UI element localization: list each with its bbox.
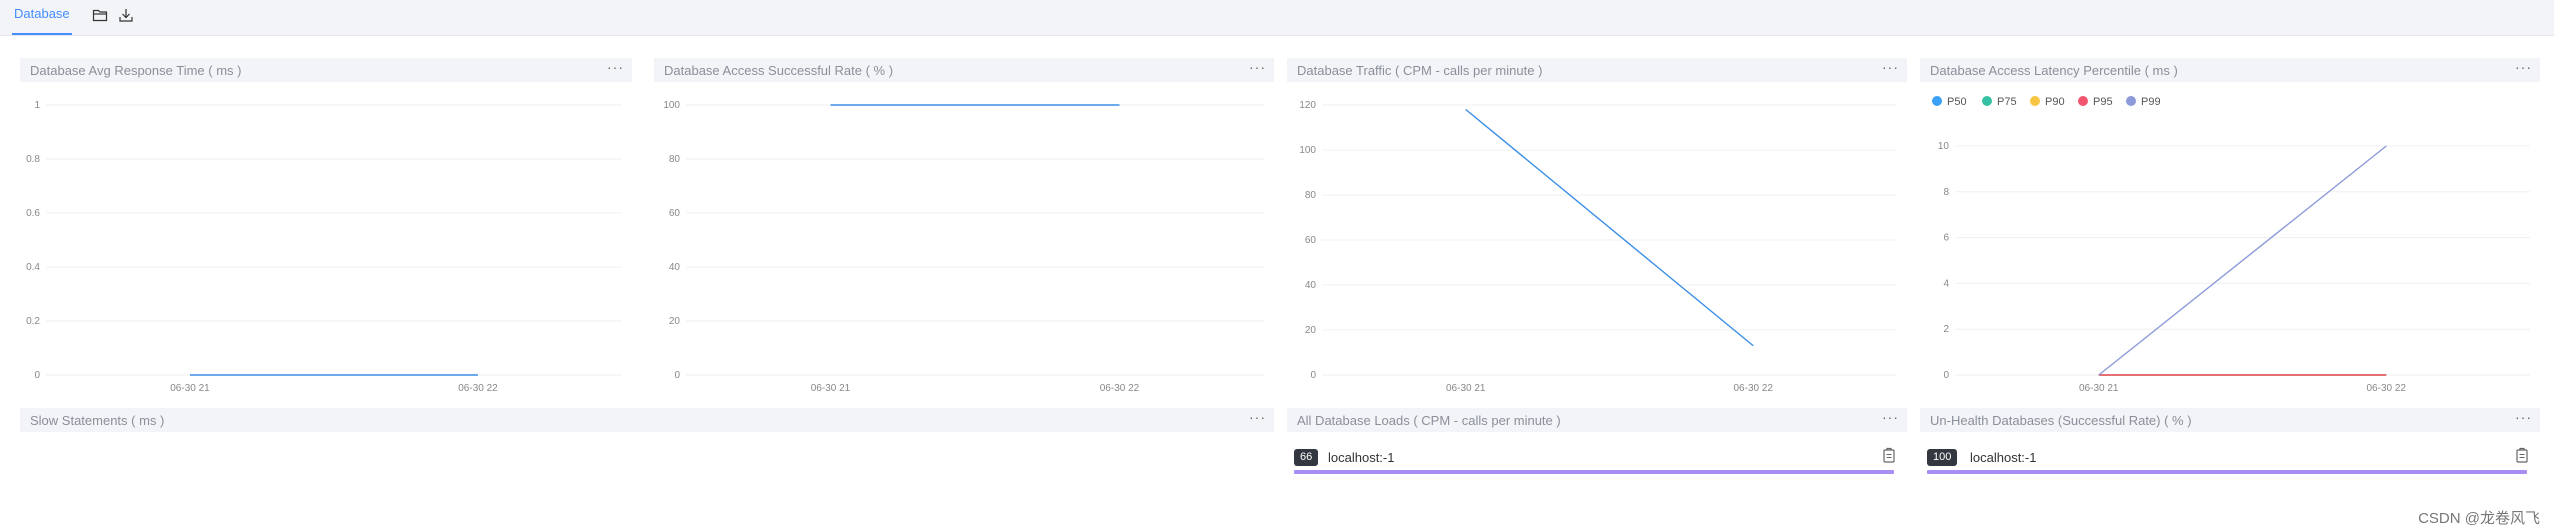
- panel-slow-statements: Slow Statements ( ms ) ···: [20, 408, 1274, 518]
- x-tick-label: 06-30 21: [2079, 383, 2119, 394]
- successful-rate-chart: 0 20 40 60 80 100 06-30 21 06-30 22: [663, 100, 1264, 394]
- y-tick-label: 100: [1299, 145, 1316, 156]
- y-tick-label: 80: [669, 154, 681, 165]
- panel-header: Un-Health Databases (Successful Rate) ( …: [1920, 408, 2540, 432]
- y-tick-label: 60: [669, 208, 681, 219]
- unhealth-bar: [1927, 470, 2527, 474]
- tab-database[interactable]: Database: [14, 6, 70, 21]
- x-tick-label: 06-30 21: [811, 383, 851, 394]
- y-tick-label: 6: [1943, 233, 1949, 244]
- y-tick-label: 10: [1938, 141, 1950, 152]
- y-tick-label: 60: [1305, 235, 1317, 246]
- list-item: 100 localhost:-1: [1927, 447, 2529, 475]
- panel-title: All Database Loads ( CPM - calls per min…: [1297, 413, 1561, 428]
- watermark: CSDN @龙卷风飞: [2418, 510, 2540, 527]
- y-tick-label: 4: [1943, 278, 1949, 289]
- y-tick-label: 0.8: [26, 154, 40, 165]
- y-tick-label: 40: [669, 262, 681, 273]
- download-icon[interactable]: [118, 7, 134, 23]
- panel-latency-percentile: Database Access Latency Percentile ( ms …: [1920, 58, 2540, 398]
- value-badge: 66: [1294, 449, 1319, 466]
- more-options-button[interactable]: ···: [1882, 409, 1899, 425]
- y-tick-label: 20: [669, 316, 681, 327]
- y-tick-label: 120: [1299, 100, 1316, 111]
- y-tick-label: 0.2: [26, 316, 40, 327]
- panel-header: Slow Statements ( ms ) ···: [20, 408, 1274, 432]
- y-tick-label: 2: [1943, 324, 1949, 335]
- y-tick-label: 0.4: [26, 262, 40, 273]
- x-tick-label: 06-30 22: [2367, 383, 2407, 394]
- x-tick-label: 06-30 22: [1734, 383, 1774, 394]
- load-bar: [1294, 470, 1894, 474]
- x-tick-label: 06-30 21: [170, 383, 210, 394]
- series-line-p99: [2098, 145, 2387, 376]
- panel-unhealth-databases: Un-Health Databases (Successful Rate) ( …: [1920, 408, 2540, 518]
- list-item: 66 localhost:-1: [1294, 447, 1896, 475]
- database-name: localhost:-1: [1970, 450, 2037, 465]
- y-tick-label: 8: [1943, 187, 1949, 198]
- y-tick-label: 0.6: [26, 208, 40, 219]
- traffic-chart: 0 20 40 60 80 100 120 06-30 21 06-30 22: [1299, 100, 1897, 394]
- x-tick-label: 06-30 21: [1446, 383, 1486, 394]
- y-tick-label: 0: [1943, 370, 1949, 381]
- x-tick-label: 06-30 22: [458, 383, 498, 394]
- panel-all-database-loads: All Database Loads ( CPM - calls per min…: [1287, 408, 1907, 518]
- copy-icon[interactable]: [1882, 447, 1896, 463]
- active-tab-indicator: [12, 33, 72, 35]
- more-options-button[interactable]: ···: [2515, 409, 2532, 425]
- dashboard-tab-bar: Database: [0, 0, 2554, 36]
- latency-percentile-chart: 0 2 4 6 8 10 06-30 21 06-30 22: [1938, 141, 2530, 394]
- folder-open-icon[interactable]: [92, 7, 108, 23]
- panel-access-successful-rate: Database Access Successful Rate ( % ) ··…: [654, 58, 1274, 398]
- y-tick-label: 40: [1305, 280, 1317, 291]
- y-tick-label: 1: [34, 100, 40, 111]
- value-badge: 100: [1927, 449, 1958, 466]
- y-tick-label: 100: [663, 100, 680, 111]
- y-tick-label: 20: [1305, 325, 1317, 336]
- panel-title: Un-Health Databases (Successful Rate) ( …: [1930, 413, 2192, 428]
- y-tick-label: 0: [34, 370, 40, 381]
- panel-database-traffic: Database Traffic ( CPM - calls per minut…: [1287, 58, 1907, 398]
- panel-header: All Database Loads ( CPM - calls per min…: [1287, 408, 1907, 432]
- series-line: [1465, 108, 1754, 347]
- x-tick-label: 06-30 22: [1100, 383, 1140, 394]
- avg-response-chart: 0 0.2 0.4 0.6 0.8 1 06-30 21 06-30 22: [26, 100, 622, 394]
- panel-title: Slow Statements ( ms ): [30, 413, 165, 428]
- y-tick-label: 80: [1305, 190, 1317, 201]
- y-tick-label: 0: [674, 370, 680, 381]
- more-options-button[interactable]: ···: [1249, 409, 1266, 425]
- copy-icon[interactable]: [2515, 447, 2529, 463]
- database-name: localhost:-1: [1328, 450, 1395, 465]
- panel-avg-response-time: Database Avg Response Time ( ms ) ··· 00…: [20, 58, 632, 398]
- y-tick-label: 0: [1310, 370, 1316, 381]
